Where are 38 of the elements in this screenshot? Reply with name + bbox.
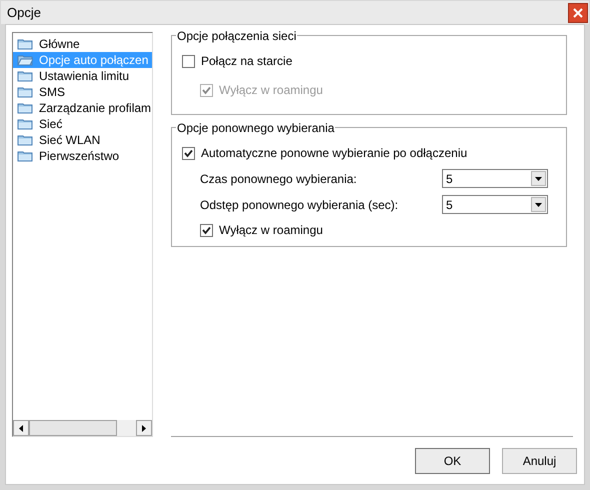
dialog-button[interactable]: OK xyxy=(415,448,490,474)
folder-icon xyxy=(17,118,33,130)
checkbox[interactable] xyxy=(182,146,195,160)
dropdown[interactable]: 5 xyxy=(442,195,548,214)
folder-icon xyxy=(17,86,33,98)
horizontal-scrollbar[interactable] xyxy=(13,420,152,436)
dialog-button[interactable]: Anuluj xyxy=(502,448,577,474)
group-title: Opcje połączenia sieci xyxy=(176,29,298,43)
checkbox[interactable] xyxy=(200,224,213,236)
tree-item[interactable]: Główne xyxy=(13,36,152,52)
tree-item[interactable]: Ustawienia limitu xyxy=(13,68,152,84)
window-title: Opcje xyxy=(7,4,41,22)
left-arrow-icon xyxy=(19,424,23,432)
checkbox-label: Automatyczne ponowne wybieranie po odłączeniu xyxy=(201,145,468,162)
folder-icon xyxy=(17,102,33,114)
group-title: Opcje ponownego wybierania xyxy=(176,121,336,135)
tree-item[interactable]: Sieć xyxy=(13,116,152,132)
open-folder-icon xyxy=(17,54,33,66)
right-arrow-icon xyxy=(142,424,146,432)
checkbox-label: Połącz na starcie xyxy=(201,53,292,70)
caret-icon xyxy=(535,202,542,206)
field-label: Czas ponownego wybierania: xyxy=(200,170,357,188)
checkbox-label: Wyłącz w roamingu xyxy=(219,82,323,99)
dropdown[interactable]: 5 xyxy=(442,169,548,188)
close-button[interactable] xyxy=(568,2,588,22)
tree-item[interactable]: Pierwszeństwo xyxy=(13,148,152,164)
checkbox[interactable] xyxy=(182,54,195,68)
close-icon xyxy=(573,8,583,18)
field-label: Odstęp ponownego wybierania (sec): xyxy=(200,196,398,214)
folder-icon xyxy=(17,38,33,50)
tree-item[interactable]: SMS xyxy=(13,84,152,100)
tree-item[interactable]: Zarządzanie profilam xyxy=(13,100,152,116)
tree-item[interactable]: Sieć WLAN xyxy=(13,132,152,148)
folder-icon xyxy=(17,70,33,82)
folder-icon xyxy=(17,134,33,146)
folder-icon xyxy=(17,150,33,162)
checkbox-label: Wyłącz w roamingu xyxy=(219,222,323,239)
caret-icon xyxy=(535,176,542,180)
